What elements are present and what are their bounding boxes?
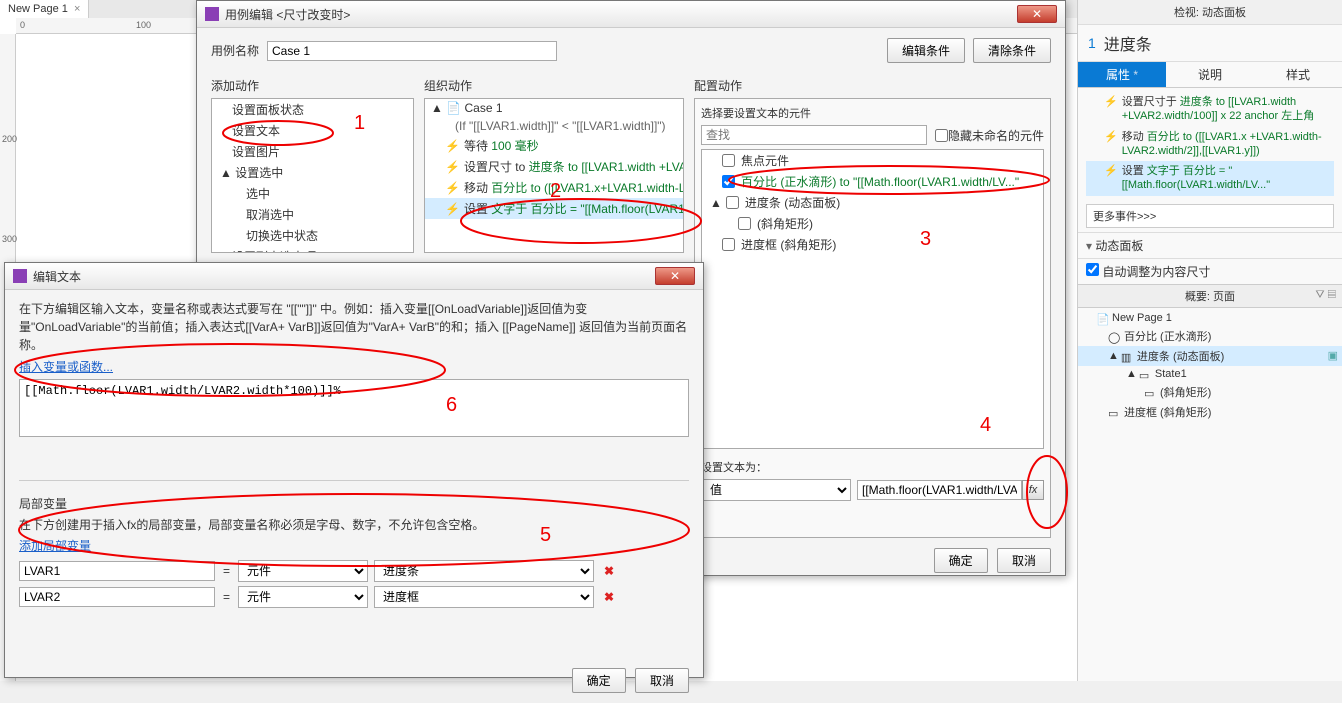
dialog-title: 用例编辑 <尺寸改变时>	[225, 6, 1017, 23]
hide-unnamed-checkbox[interactable]: 隐藏未命名的元件	[935, 127, 1044, 144]
var-target-select[interactable]: 进度框	[374, 586, 594, 608]
clear-condition-button[interactable]: 清除条件	[973, 38, 1051, 63]
action-item[interactable]: 切换选中状态	[212, 225, 413, 246]
target-item[interactable]: 百分比 (正水滴形) to "[[Math.floor(LVAR1.width/…	[702, 171, 1043, 192]
tab-style[interactable]: 样式	[1254, 62, 1342, 87]
case-node[interactable]: ▲ 📄 Case 1	[425, 99, 683, 117]
set-text-type-select[interactable]: 值	[701, 479, 851, 501]
case-name-label: 用例名称	[211, 42, 259, 59]
page-tab[interactable]: New Page 1 ×	[0, 0, 89, 18]
fx-button[interactable]: fx	[1022, 480, 1044, 500]
page-tab-label: New Page 1	[8, 3, 68, 15]
more-events-button[interactable]: 更多事件>>>	[1086, 204, 1334, 228]
rect-icon: ▭	[1108, 407, 1120, 417]
inspector-title: 进度条	[1104, 31, 1152, 55]
outline-item[interactable]: ▭(斜角矩形)	[1078, 382, 1342, 402]
edit-text-desc: 在下方编辑区输入文本，变量名称或表达式要写在 "[[""]]" 中。例如：插入变…	[19, 300, 689, 354]
inspector-panel: 检视: 动态面板 1 进度条 属性 * 说明 样式 ⚡设置尺寸于 进度条 to …	[1077, 0, 1342, 681]
rp-icon	[205, 7, 219, 21]
case-condition: (If "[[LVAR1.width]]" < "[[LVAR1.width]]…	[425, 117, 683, 135]
outline-item[interactable]: 📄New Page 1	[1078, 310, 1342, 326]
expression-textarea[interactable]: [[Math.floor(LVAR1.width/LVAR2.width*100…	[19, 379, 689, 437]
org-action-label: 组织动作	[424, 77, 684, 94]
outline-tree[interactable]: 📄New Page 1 ◯百分比 (正水滴形) ▲▥进度条 (动态面板)▣ ▲▭…	[1078, 308, 1342, 424]
local-var-row: = 元件 进度条 ✖	[19, 560, 689, 582]
action-item[interactable]: 设置文本	[212, 120, 413, 141]
local-var-row: = 元件 进度框 ✖	[19, 586, 689, 608]
insert-var-link[interactable]: 插入变量或函数...	[19, 360, 113, 374]
org-action-item[interactable]: ⚡设置尺寸 to 进度条 to [[LVAR1.width +LVAR2.wid…	[425, 156, 683, 177]
inspector-header: 检视: 动态面板	[1078, 0, 1342, 25]
outline-item[interactable]: ▲▥进度条 (动态面板)▣	[1078, 346, 1342, 366]
var-target-select[interactable]: 进度条	[374, 560, 594, 582]
outline-item[interactable]: ▲▭State1	[1078, 366, 1342, 382]
edit-condition-button[interactable]: 编辑条件	[887, 38, 965, 63]
add-action-list[interactable]: 设置面板状态 设置文本 设置图片 ▲ 设置选中 选中 取消选中 切换选中状态 设…	[211, 98, 414, 253]
target-item[interactable]: 焦点元件	[702, 150, 1043, 171]
rect-icon: ▭	[1144, 387, 1156, 397]
org-action-item[interactable]: ⚡设置 文字于 百分比 = "[[Math.floor(LVAR1.width/…	[425, 198, 683, 219]
tab-notes[interactable]: 说明	[1166, 62, 1254, 87]
case-name-input[interactable]	[267, 41, 557, 61]
inspector-action[interactable]: ⚡设置 文字于 百分比 = "[[Math.floor(LVAR1.width/…	[1086, 161, 1334, 196]
state-icon: ▭	[1139, 369, 1151, 379]
cancel-button[interactable]: 取消	[997, 548, 1051, 573]
page-icon: 📄	[1096, 313, 1108, 323]
search-input[interactable]	[701, 125, 927, 145]
ok-button[interactable]: 确定	[934, 548, 988, 573]
config-action-label: 配置动作	[694, 77, 1051, 94]
drop-icon: ◯	[1108, 331, 1120, 341]
inspector-action[interactable]: ⚡移动 百分比 to ([[LVAR1.x +LVAR1.width-LVAR2…	[1086, 127, 1334, 162]
add-action-label: 添加动作	[211, 77, 414, 94]
dialog-title: 编辑文本	[33, 268, 655, 285]
local-var-label: 局部变量	[19, 495, 689, 512]
close-icon[interactable]: ×	[74, 3, 80, 15]
target-item[interactable]: ▲ 进度条 (动态面板)	[702, 192, 1043, 213]
rp-icon	[13, 269, 27, 283]
select-target-label: 选择要设置文本的元件	[701, 105, 1044, 121]
outline-item[interactable]: ▭进度框 (斜角矩形)	[1078, 402, 1342, 422]
outline-header: 概要: 页面	[1185, 288, 1235, 304]
dyn-panel-label: 动态面板	[1095, 239, 1143, 253]
delete-var-icon[interactable]: ✖	[604, 564, 614, 578]
tab-properties[interactable]: 属性 *	[1078, 62, 1166, 87]
action-item[interactable]: 取消选中	[212, 204, 413, 225]
edit-text-dialog: 编辑文本 ✕ 在下方编辑区输入文本，变量名称或表达式要写在 "[[""]]" 中…	[4, 262, 704, 678]
action-item[interactable]: 设置列表选中项	[212, 246, 413, 253]
set-text-label: 设置文本为：	[701, 459, 1044, 475]
var-name-input[interactable]	[19, 587, 215, 607]
target-item[interactable]: (斜角矩形)	[702, 213, 1043, 234]
outline-item[interactable]: ◯百分比 (正水滴形)	[1078, 326, 1342, 346]
set-text-value-input[interactable]	[857, 480, 1022, 500]
inspector-index: 1	[1088, 35, 1096, 51]
var-name-input[interactable]	[19, 561, 215, 581]
target-item[interactable]: 进度框 (斜角矩形)	[702, 234, 1043, 255]
action-item[interactable]: ▲ 设置选中	[212, 162, 413, 183]
filter-icon[interactable]: ⛛ ▤	[1315, 289, 1336, 302]
org-action-list[interactable]: ▲ 📄 Case 1 (If "[[LVAR1.width]]" < "[[LV…	[424, 98, 684, 253]
add-local-var-link[interactable]: 添加局部变量	[19, 539, 91, 553]
action-item[interactable]: 设置面板状态	[212, 99, 413, 120]
action-item[interactable]: 设置图片	[212, 141, 413, 162]
delete-var-icon[interactable]: ✖	[604, 590, 614, 604]
var-type-select[interactable]: 元件	[238, 586, 368, 608]
action-item[interactable]: 选中	[212, 183, 413, 204]
target-list[interactable]: 焦点元件 百分比 (正水滴形) to "[[Math.floor(LVAR1.w…	[701, 149, 1044, 449]
inspector-action[interactable]: ⚡设置尺寸于 进度条 to [[LVAR1.width +LVAR2.width…	[1086, 92, 1334, 127]
close-button[interactable]: ✕	[655, 267, 695, 285]
auto-fit-checkbox[interactable]: 自动调整为内容尺寸	[1086, 265, 1210, 279]
org-action-item[interactable]: ⚡移动 百分比 to ([[LVAR1.x+LVAR1.width-LVAR2.…	[425, 177, 683, 198]
org-action-item[interactable]: ⚡等待 100 毫秒	[425, 135, 683, 156]
close-button[interactable]: ✕	[1017, 5, 1057, 23]
dynamic-panel-icon: ▥	[1121, 351, 1133, 361]
var-type-select[interactable]: 元件	[238, 560, 368, 582]
local-var-desc: 在下方创建用于插入fx的局部变量，局部变量名称必须是字母、数字，不允许包含空格。	[19, 516, 689, 533]
